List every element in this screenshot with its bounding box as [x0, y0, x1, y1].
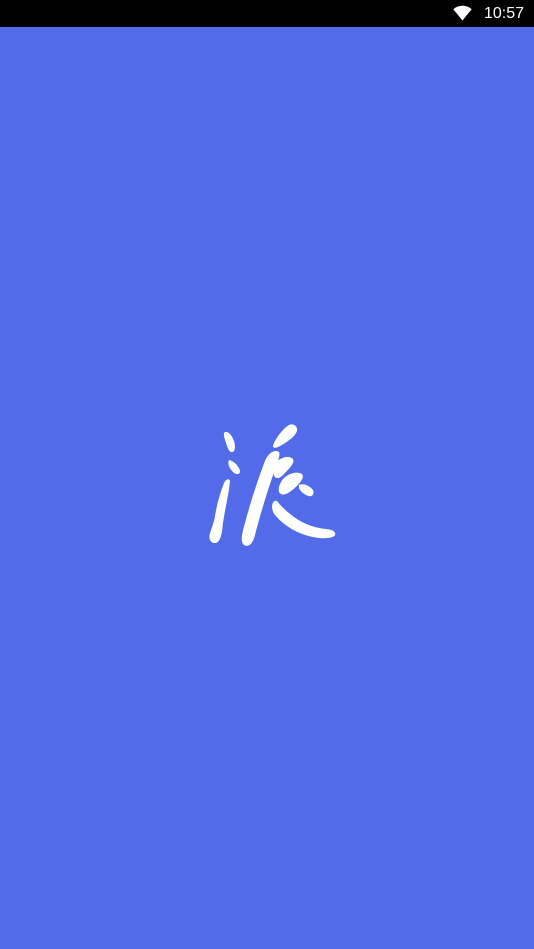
status-bar: 10:57 [0, 0, 534, 27]
wifi-icon [453, 5, 472, 21]
logo-stroke [272, 500, 336, 539]
logo-stroke [228, 460, 240, 475]
status-clock: 10:57 [483, 5, 524, 22]
app-logo [203, 423, 337, 549]
logo-stroke [278, 472, 303, 495]
logo-stroke [298, 484, 314, 497]
logo-stroke [223, 431, 235, 453]
logo-stroke [273, 424, 298, 448]
logo-stroke [241, 451, 280, 546]
logo-stroke [209, 479, 230, 544]
